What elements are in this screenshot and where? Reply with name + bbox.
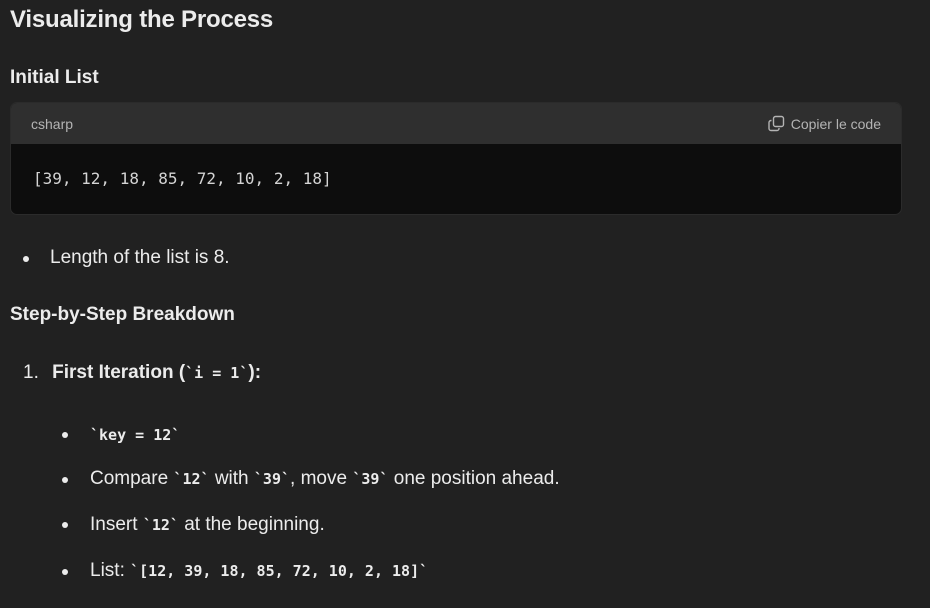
bullet-dot — [62, 522, 68, 528]
list-item-insert: Insert `12` at the beginning. — [90, 514, 325, 536]
initial-list-heading: Initial List — [10, 67, 99, 88]
inline-code: `39` — [352, 470, 389, 488]
code-block: csharp Copier le code [39, 12, 18, 85, 7… — [10, 102, 902, 215]
text: with — [209, 468, 254, 489]
bullet-dot — [23, 256, 29, 262]
bullet-dot — [62, 569, 68, 575]
copy-code-label: Copier le code — [790, 115, 881, 132]
text: one position ahead. — [388, 468, 560, 489]
list-item-key: `key = 12` — [90, 424, 180, 446]
text: List: — [90, 560, 131, 581]
bullet-dot — [62, 432, 68, 438]
step-title: First Iteration (`i = 1`): — [52, 362, 261, 383]
inline-code: `[12, 39, 18, 85, 72, 10, 2, 18]` — [130, 562, 429, 580]
breakdown-heading: Step-by-Step Breakdown — [10, 304, 235, 325]
text: Insert — [90, 514, 143, 535]
inline-code: `12` — [142, 516, 179, 534]
step-title-suffix: ): — [248, 362, 262, 383]
length-bullet-text: Length of the list is 8. — [50, 247, 230, 268]
list-item-compare: Compare `12` with `39`, move `39` one po… — [90, 468, 560, 490]
bullet-dot — [62, 477, 68, 483]
step-number: 1. — [23, 362, 39, 383]
inline-code: `39` — [253, 470, 291, 488]
text: , move — [290, 468, 353, 489]
copy-icon — [768, 115, 785, 132]
code-content: [39, 12, 18, 85, 72, 10, 2, 18] — [33, 169, 332, 188]
text: at the beginning. — [178, 514, 325, 535]
code-block-header: csharp Copier le code — [11, 103, 901, 144]
inline-code: `key = 12` — [90, 426, 181, 444]
list-item-list: List: `[12, 39, 18, 85, 72, 10, 2, 18]` — [90, 560, 428, 582]
section-heading: Visualizing the Process — [10, 6, 274, 33]
step-title-prefix: First Iteration ( — [52, 362, 186, 383]
step-1-heading: 1. First Iteration (`i = 1`): — [23, 362, 261, 384]
step-title-code: `i = 1` — [185, 364, 249, 382]
inline-code: `12` — [173, 470, 210, 488]
copy-code-button[interactable]: Copier le code — [768, 115, 881, 132]
code-language-label: csharp — [31, 115, 74, 132]
text: Compare — [90, 468, 174, 489]
